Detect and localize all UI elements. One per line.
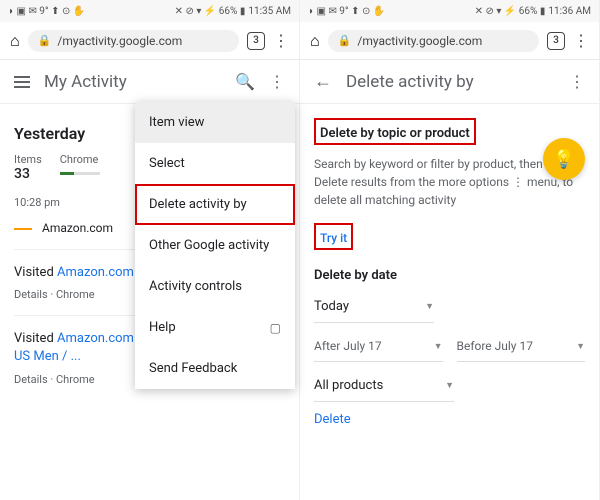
items-value: 33 <box>14 166 42 182</box>
amazon-icon <box>14 226 32 230</box>
menu-other-activity[interactable]: Other Google activity <box>135 225 295 266</box>
browser-menu-icon[interactable]: ⋮ <box>273 31 289 50</box>
search-icon[interactable]: 🔍 <box>235 72 255 91</box>
back-icon[interactable]: ← <box>314 71 332 92</box>
status-icons-left: ◗ ▣ ✉ 9° ⬆ ⊙ ✋ <box>8 6 85 17</box>
status-time: 11:35 AM <box>248 6 291 17</box>
hamburger-icon[interactable] <box>14 76 30 88</box>
highlight-box: Try it <box>314 223 353 250</box>
url-text: /myactivity.google.com <box>357 34 482 48</box>
bulb-icon: 💡 <box>553 149 575 170</box>
right-screenshot: ◗ ▣ ✉ 9° ⬆ ⊙ ✋ ✕ ⊘ ▾ ⚡ 66% ▮ 11:36 AM ⌂ … <box>300 0 600 500</box>
chevron-down-icon: ▼ <box>576 341 585 352</box>
tab-count[interactable]: 3 <box>547 32 565 50</box>
menu-delete-activity[interactable]: Delete activity by <box>135 184 295 225</box>
delete-button[interactable]: Delete <box>314 412 585 427</box>
status-icons-right: ✕ ⊘ ▾ ⚡ 66% ▮ <box>475 6 546 17</box>
url-text: /myactivity.google.com <box>57 34 182 48</box>
try-it-link[interactable]: Try it <box>320 231 347 245</box>
overflow-menu-icon[interactable]: ⋮ <box>569 72 585 91</box>
before-date-select[interactable]: Before July 17▼ <box>457 331 586 362</box>
highlight-box: Delete by topic or product <box>314 118 476 145</box>
app-bar: My Activity 🔍 ⋮ <box>0 60 299 104</box>
page-title: Delete activity by <box>346 72 555 92</box>
home-icon[interactable]: ⌂ <box>10 31 20 51</box>
address-bar: ⌂ 🔒 /myactivity.google.com 3 ⋮ <box>0 22 299 60</box>
menu-select[interactable]: Select <box>135 143 295 184</box>
url-box[interactable]: 🔒 /myactivity.google.com <box>328 30 539 52</box>
chevron-down-icon: ▼ <box>445 380 454 391</box>
status-icons-right: ✕ ⊘ ▾ ⚡ 66% ▮ <box>175 6 246 17</box>
chrome-label: Chrome <box>60 153 100 166</box>
lock-icon: 🔒 <box>338 34 352 47</box>
menu-help[interactable]: Help▢ <box>135 307 295 348</box>
status-time: 11:36 AM <box>548 6 591 17</box>
overflow-menu: Item view Select Delete activity by Othe… <box>135 102 295 389</box>
lock-icon: 🔒 <box>38 34 52 47</box>
menu-feedback[interactable]: Send Feedback <box>135 348 295 389</box>
chevron-down-icon: ▼ <box>434 341 443 352</box>
product-select[interactable]: All products▼ <box>314 370 454 402</box>
menu-item-view[interactable]: Item view <box>135 102 295 143</box>
url-box[interactable]: 🔒 /myactivity.google.com <box>28 30 239 52</box>
topic-heading: Delete by topic or product <box>320 126 470 141</box>
external-icon: ▢ <box>270 321 281 335</box>
page-title: My Activity <box>44 72 221 92</box>
tip-fab[interactable]: 💡 <box>543 138 585 180</box>
browser-menu-icon[interactable]: ⋮ <box>573 31 589 50</box>
overflow-menu-icon[interactable]: ⋮ <box>269 72 285 91</box>
date-heading: Delete by date <box>314 268 585 283</box>
status-icons-left: ◗ ▣ ✉ 9° ⬆ ⊙ ✋ <box>308 6 385 17</box>
address-bar: ⌂ 🔒 /myactivity.google.com 3 ⋮ <box>300 22 599 60</box>
home-icon[interactable]: ⌂ <box>310 31 320 51</box>
status-bar: ◗ ▣ ✉ 9° ⬆ ⊙ ✋ ✕ ⊘ ▾ ⚡ 66% ▮ 11:36 AM <box>300 0 599 22</box>
amazon-label: Amazon.com <box>42 221 113 235</box>
app-bar: ← Delete activity by ⋮ <box>300 60 599 104</box>
tab-count[interactable]: 3 <box>247 32 265 50</box>
chrome-bar <box>60 172 100 175</box>
items-label: Items <box>14 153 42 166</box>
left-screenshot: ◗ ▣ ✉ 9° ⬆ ⊙ ✋ ✕ ⊘ ▾ ⚡ 66% ▮ 11:35 AM ⌂ … <box>0 0 300 500</box>
chevron-down-icon: ▼ <box>425 301 434 312</box>
date-range-select[interactable]: Today▼ <box>314 291 434 323</box>
status-bar: ◗ ▣ ✉ 9° ⬆ ⊙ ✋ ✕ ⊘ ▾ ⚡ 66% ▮ 11:35 AM <box>0 0 299 22</box>
highlight-box: Delete activity by <box>135 184 295 225</box>
after-date-select[interactable]: After July 17▼ <box>314 331 443 362</box>
menu-activity-controls[interactable]: Activity controls <box>135 266 295 307</box>
